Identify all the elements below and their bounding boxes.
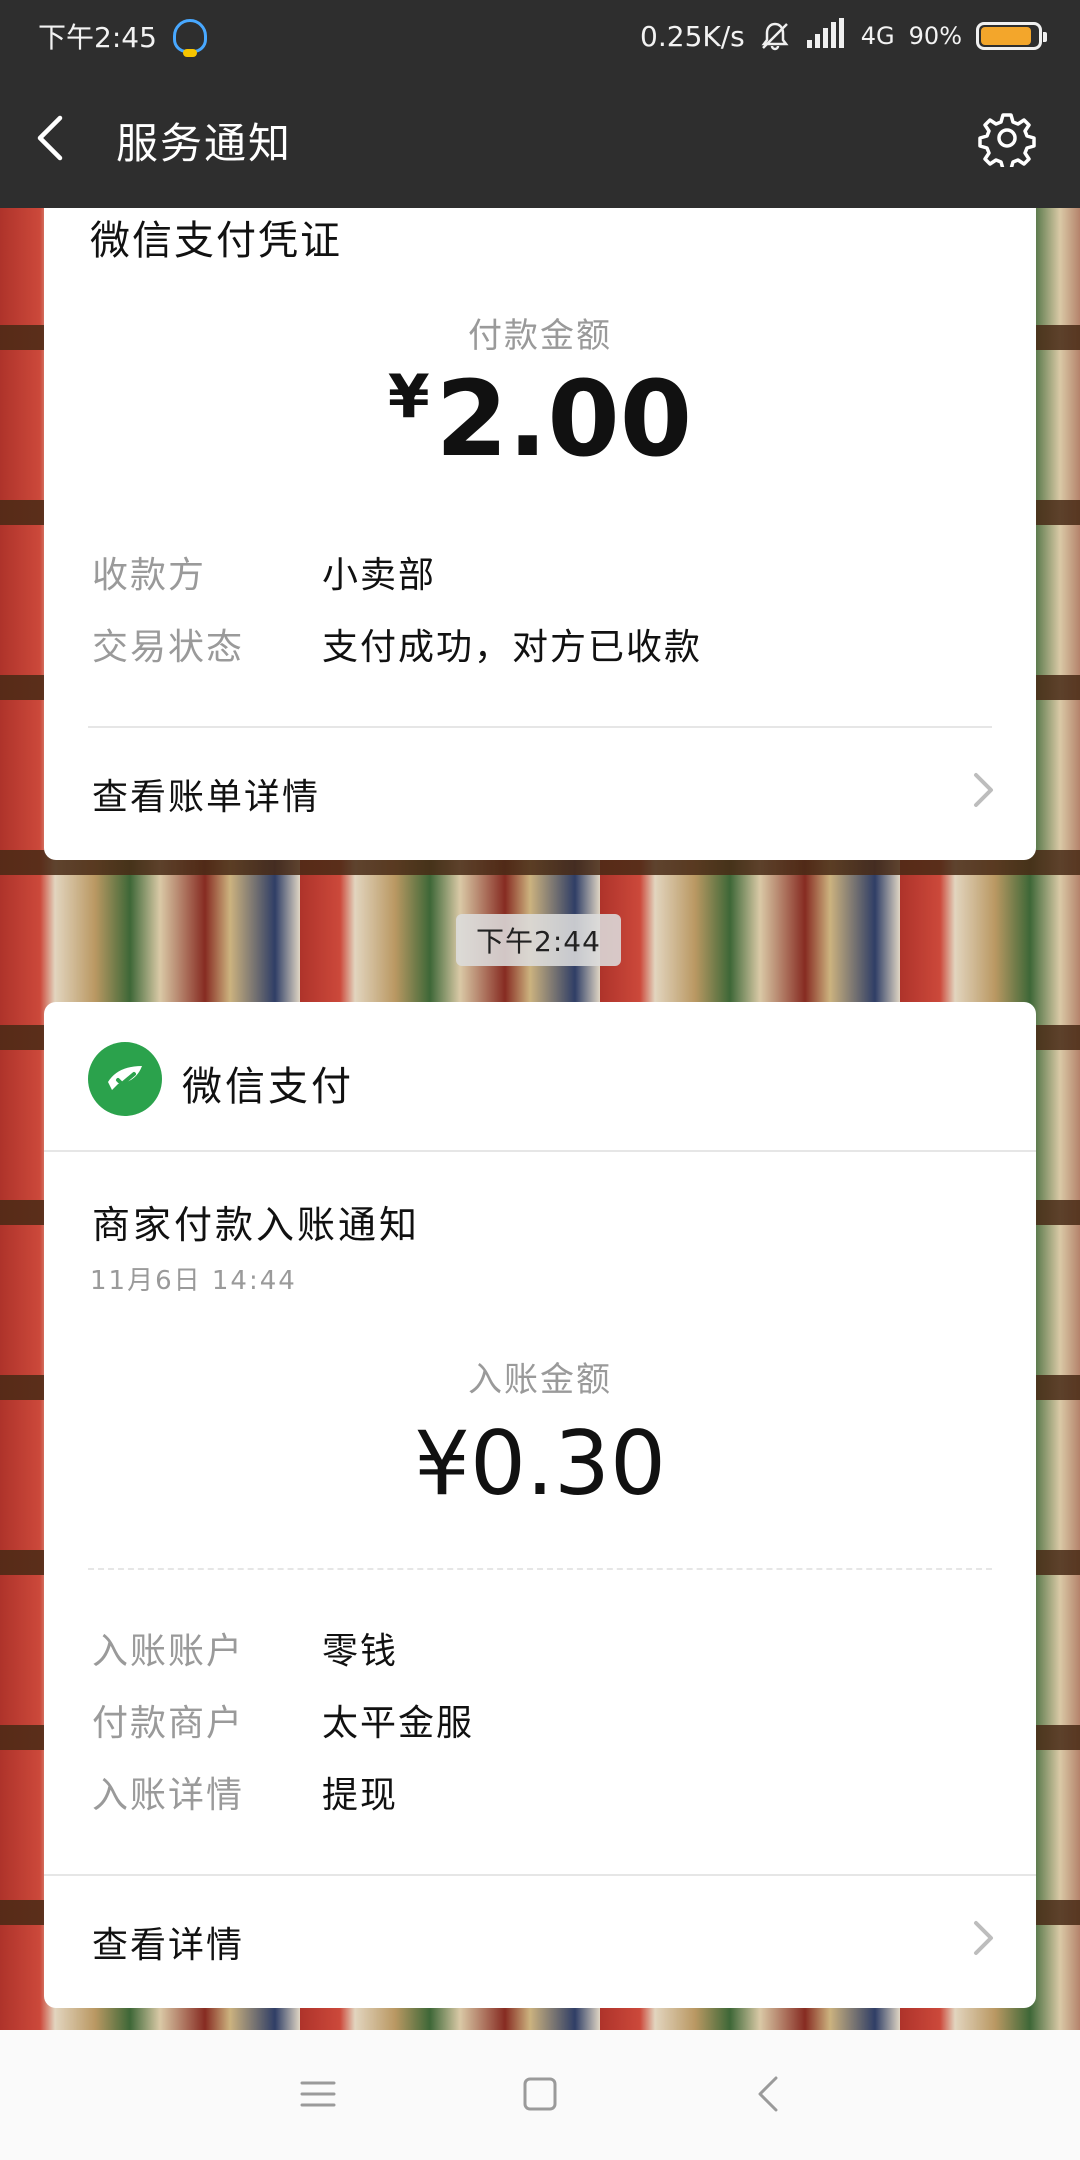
back-arrow-icon[interactable]	[30, 112, 70, 168]
home-icon[interactable]	[516, 2070, 564, 2122]
menu-icon[interactable]	[294, 2070, 342, 2122]
receipt-row-payee: 收款方 小卖部	[92, 540, 988, 604]
sender-name: 微信支付	[182, 1064, 354, 1110]
payment-amount: ¥2.00	[44, 358, 1036, 480]
receipt-heading: 微信支付凭证	[90, 218, 342, 264]
row-key: 交易状态	[92, 627, 245, 668]
row-value: 太平金服	[322, 1703, 475, 1744]
payment-amount-label: 付款金额	[468, 316, 612, 356]
credit-amount-label: 入账金额	[468, 1360, 612, 1400]
view-bill-details-link[interactable]: 查看账单详情	[92, 758, 996, 830]
battery-icon	[976, 22, 1047, 50]
view-details-link[interactable]: 查看详情	[92, 1902, 996, 1982]
credit-amount: ¥0.30	[414, 1412, 666, 1515]
row-key: 入账账户	[92, 1631, 245, 1672]
message-time-divider: 下午2:44	[456, 914, 621, 966]
divider	[44, 1150, 1036, 1152]
title-bar: 服务通知	[0, 72, 1080, 208]
row-key: 收款方	[92, 555, 207, 596]
bell-off-icon	[759, 20, 791, 52]
chevron-right-icon	[972, 1919, 996, 1966]
status-time: 下午2:45	[38, 21, 157, 54]
signal-strength-icon	[805, 17, 847, 55]
qq-notification-icon	[172, 19, 207, 57]
view-details-label: 查看详情	[92, 1925, 245, 1966]
row-value: 小卖部	[322, 555, 437, 596]
status-bar: 下午2:45 0.25K/s 4G 90%	[0, 0, 1080, 72]
row-key: 付款商户	[92, 1703, 245, 1744]
row-value: 零钱	[322, 1631, 399, 1672]
notice-title: 商家付款入账通知	[92, 1203, 421, 1247]
currency-symbol: ¥	[387, 362, 430, 432]
notice-row-merchant: 付款商户 太平金服	[92, 1688, 988, 1752]
row-value: 提现	[322, 1775, 399, 1816]
network-type: 4G	[860, 22, 895, 50]
page-title: 服务通知	[116, 118, 293, 168]
network-speed: 0.25K/s	[640, 19, 745, 53]
receipt-row-status: 交易状态 支付成功，对方已收款	[92, 612, 988, 676]
dashed-divider	[88, 1568, 992, 1570]
row-key: 入账详情	[92, 1775, 245, 1816]
system-navigation-bar	[0, 2030, 1080, 2160]
back-icon[interactable]	[744, 2070, 792, 2122]
notice-row-details: 入账详情 提现	[92, 1760, 988, 1824]
merchant-payment-notice-card[interactable]: 微信支付 商家付款入账通知 11月6日 14:44 入账金额 ¥0.30 入账账…	[44, 1002, 1036, 2008]
wechat-pay-logo-icon	[88, 1042, 162, 1116]
row-value: 支付成功，对方已收款	[322, 627, 703, 668]
divider	[88, 726, 992, 728]
payment-amount-value: 2.00	[435, 358, 693, 480]
payment-receipt-card: 微信支付凭证 付款金额 ¥2.00 收款方 小卖部 交易状态 支付成功，对方已收…	[44, 208, 1036, 860]
chevron-right-icon	[972, 771, 996, 818]
settings-gear-icon[interactable]	[978, 109, 1036, 171]
notice-row-account: 入账账户 零钱	[92, 1616, 988, 1680]
notice-datetime: 11月6日 14:44	[90, 1266, 297, 1296]
view-bill-details-label: 查看账单详情	[92, 777, 321, 818]
divider	[44, 1874, 1036, 1876]
battery-percent: 90%	[908, 22, 962, 50]
